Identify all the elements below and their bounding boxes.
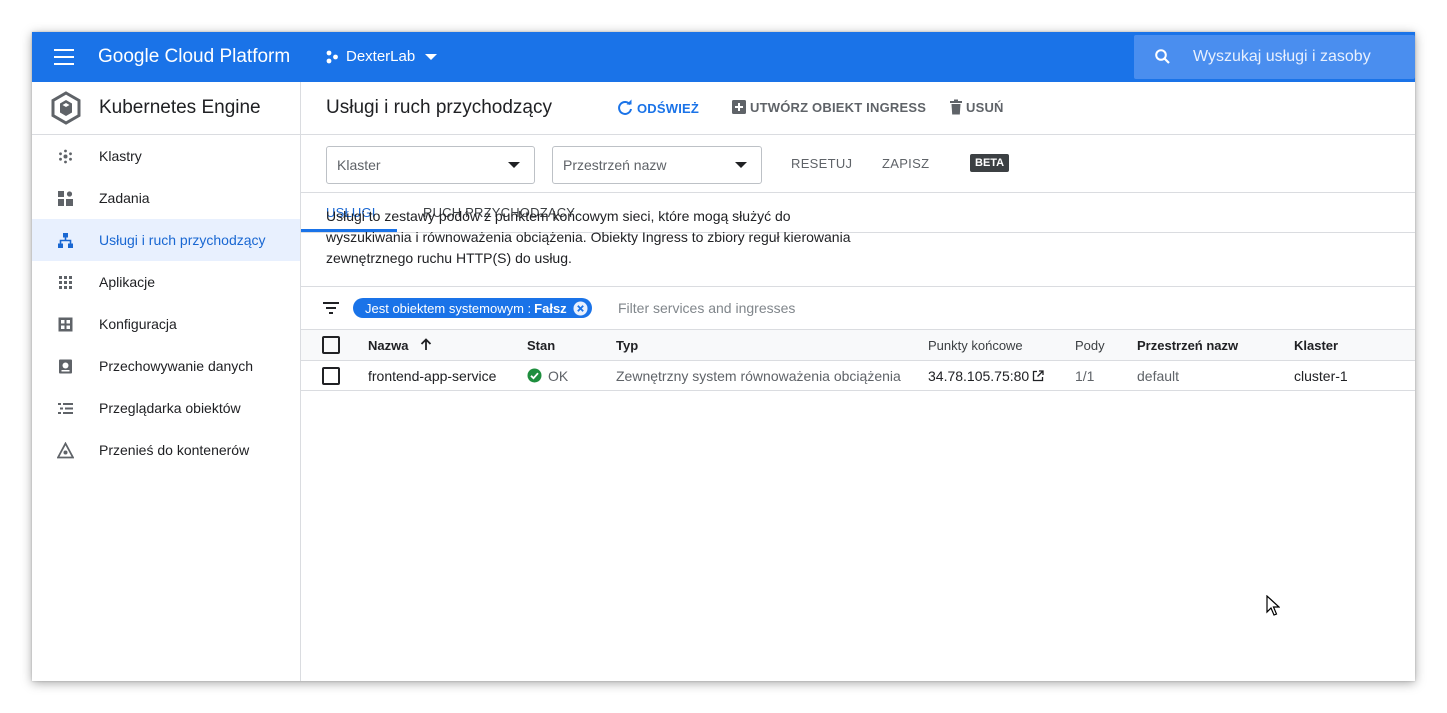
filter-list-icon[interactable]: [323, 302, 339, 314]
type-cell: Zewnętrzny system równoważenia obciążeni…: [616, 360, 928, 391]
sidebar-item-object-browser[interactable]: Przeglądarka obiektów: [32, 387, 300, 429]
create-ingress-button[interactable]: UTWÓRZ OBIEKT INGRESS: [731, 99, 926, 115]
endpoint-link[interactable]: 34.78.105.75:80: [928, 368, 1075, 384]
select-all-checkbox[interactable]: [322, 336, 340, 354]
kubernetes-engine-icon: [51, 91, 81, 125]
services-table: Nazwa Stan Typ Punkty końcowe Pody Przes…: [301, 329, 1415, 391]
system-object-filter-chip[interactable]: Jest obiektem systemowym : Fałsz: [353, 298, 592, 318]
filter-chip-bar: Jest obiektem systemowym : Fałsz Filter …: [301, 287, 1415, 329]
sidebar-item-migrate[interactable]: Przenieś do kontenerów: [32, 429, 300, 471]
action-bar: Usługi i ruch przychodzący ODŚWIEŻ UTWÓR…: [301, 82, 1415, 135]
search-box[interactable]: Wyszukaj usługi i zasoby: [1134, 35, 1415, 79]
trash-icon: [950, 99, 962, 115]
refresh-button[interactable]: ODŚWIEŻ: [616, 99, 699, 117]
sidebar-item-clusters[interactable]: Klastry: [32, 135, 300, 177]
service-name-link[interactable]: frontend-app-service: [368, 360, 527, 391]
sidebar-item-label: Klastry: [99, 148, 142, 164]
project-icon: [326, 50, 338, 63]
gcp-console-window: Google Cloud Platform DexterLab Wyszukaj…: [32, 32, 1415, 681]
sidebar-item-applications[interactable]: Aplikacje: [32, 261, 300, 303]
product-title: Kubernetes Engine: [99, 97, 261, 118]
cluster-cell: cluster-1: [1294, 360, 1415, 391]
migrate-icon: [57, 442, 74, 459]
cluster-select[interactable]: Klaster: [326, 146, 535, 184]
object-browser-icon: [58, 403, 73, 414]
chip-value: Fałsz: [534, 300, 567, 316]
sidebar-header: Kubernetes Engine: [32, 82, 300, 135]
endpoint-text: 34.78.105.75:80: [928, 367, 1030, 384]
clusters-icon: [59, 149, 72, 164]
applications-icon: [59, 276, 72, 289]
services-icon: [58, 233, 73, 248]
beta-badge: BETA: [970, 154, 1010, 172]
status-text: OK: [548, 367, 569, 384]
check-circle-icon: [527, 368, 542, 383]
cluster-select-value: Klaster: [337, 157, 381, 173]
project-name: DexterLab: [346, 48, 416, 65]
table-row: frontend-app-service OK Zewnętrzny syste…: [301, 360, 1415, 391]
configuration-icon: [58, 317, 73, 332]
top-bar: Google Cloud Platform DexterLab Wyszukaj…: [32, 32, 1415, 82]
sidebar-item-services[interactable]: Usługi i ruch przychodzący: [32, 219, 300, 261]
dropdown-arrow-icon: [508, 162, 520, 168]
sidebar-item-label: Przeglądarka obiektów: [99, 400, 241, 416]
select-all-cell: [301, 329, 368, 361]
sidebar-item-storage[interactable]: Przechowywanie danych: [32, 345, 300, 387]
sidebar-item-workloads[interactable]: Zadania: [32, 177, 300, 219]
column-header-name[interactable]: Nazwa: [368, 329, 527, 361]
refresh-icon: [618, 99, 632, 115]
column-header-pods[interactable]: Pody: [1075, 329, 1137, 361]
project-selector[interactable]: DexterLab: [325, 48, 438, 65]
remove-chip-icon[interactable]: [573, 301, 588, 316]
column-header-namespace[interactable]: Przestrzeń nazw: [1137, 329, 1294, 361]
filter-input[interactable]: Filter services and ingresses: [618, 300, 795, 316]
dropdown-arrow-icon: [735, 162, 747, 168]
page-description: Usługi to zestawy podów z punktem końcow…: [326, 208, 851, 266]
filter-bar: Klaster Przestrzeń nazw RESETUJ ZAPISZ B…: [301, 135, 1415, 193]
column-header-endpoints[interactable]: Punkty końcowe: [928, 329, 1075, 361]
refresh-label: ODŚWIEŻ: [637, 100, 700, 116]
sidebar-item-label: Konfiguracja: [99, 316, 177, 332]
save-button[interactable]: ZAPISZ: [882, 156, 929, 171]
mouse-cursor-icon: [1266, 595, 1280, 616]
namespace-select-value: Przestrzeń nazw: [563, 157, 667, 173]
sidebar-item-configuration[interactable]: Konfiguracja: [32, 303, 300, 345]
arrow-up-icon: [420, 337, 432, 350]
chevron-down-icon: [425, 53, 438, 60]
row-select-cell: [301, 360, 368, 391]
chip-key: Jest obiektem systemowym :: [365, 300, 532, 316]
create-ingress-label: UTWÓRZ OBIEKT INGRESS: [750, 99, 927, 115]
main-content: Usługi i ruch przychodzący ODŚWIEŻ UTWÓR…: [301, 82, 1415, 681]
table-header-row: Nazwa Stan Typ Punkty końcowe Pody Przes…: [301, 329, 1415, 361]
row-checkbox[interactable]: [322, 366, 340, 385]
open-in-new-icon: [1033, 369, 1044, 381]
sidebar-item-label: Usługi i ruch przychodzący: [99, 232, 266, 248]
sidebar-item-label: Aplikacje: [99, 274, 156, 290]
endpoint-cell: 34.78.105.75:80: [928, 360, 1075, 391]
delete-label: USUŃ: [966, 99, 1004, 115]
search-input[interactable]: Wyszukaj usługi i zasoby: [1193, 48, 1371, 66]
status-cell: OK: [527, 360, 616, 391]
column-header-cluster[interactable]: Klaster: [1294, 329, 1415, 361]
search-icon: [1155, 49, 1170, 64]
menu-icon[interactable]: [54, 49, 74, 65]
reset-button[interactable]: RESETUJ: [791, 156, 852, 171]
sidebar-item-label: Przechowywanie danych: [99, 358, 254, 374]
namespace-select[interactable]: Przestrzeń nazw: [552, 146, 762, 184]
column-header-status[interactable]: Stan: [527, 329, 616, 361]
page-title: Usługi i ruch przychodzący: [326, 97, 552, 118]
storage-icon: [59, 359, 72, 374]
workloads-icon: [58, 191, 73, 206]
delete-button[interactable]: USUŃ: [949, 99, 1004, 115]
pods-cell: 1/1: [1075, 360, 1137, 391]
namespace-cell: default: [1137, 360, 1294, 391]
sidebar-item-label: Przenieś do kontenerów: [99, 442, 250, 458]
sidebar-item-label: Zadania: [99, 190, 150, 206]
column-header-name-label: Nazwa: [368, 337, 409, 353]
column-header-type[interactable]: Typ: [616, 329, 928, 361]
add-box-icon: [732, 100, 746, 114]
brand-title[interactable]: Google Cloud Platform: [98, 46, 290, 68]
sidebar: Kubernetes Engine Klastry Zadania Usługi…: [32, 82, 301, 681]
